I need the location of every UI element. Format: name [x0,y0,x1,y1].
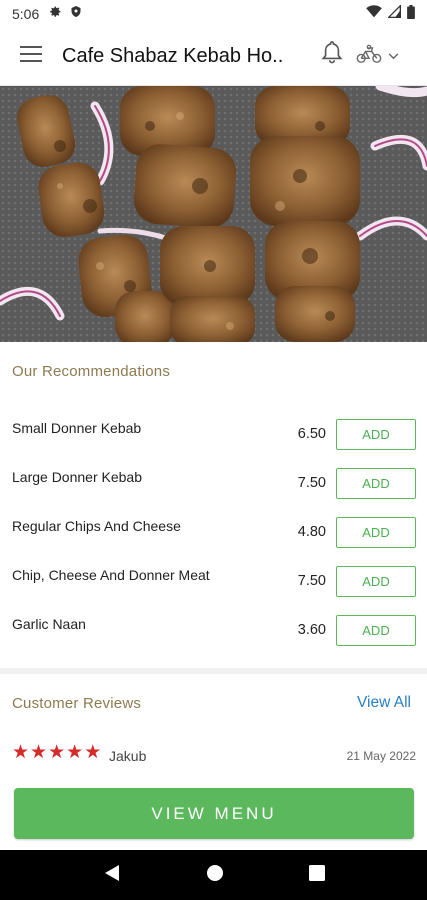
view-menu-button[interactable]: VIEW MENU [14,788,414,839]
star-icon: ★ [84,742,102,763]
review-date: 21 May 2022 [346,749,416,763]
section-divider [0,668,427,674]
star-icon: ★ [48,742,66,763]
notifications-button[interactable] [316,38,348,70]
star-rating: ★ ★ ★ ★ ★ [12,743,101,763]
list-item: Small Donner Kebab 6.50 ADD [0,410,427,459]
star-icon: ★ [12,742,30,763]
status-left-icons [49,5,82,23]
status-time: 5:06 [12,6,40,22]
shield-icon [70,5,82,23]
delivery-mode-selector[interactable] [356,40,414,72]
hamburger-menu-icon [20,46,42,67]
add-button[interactable]: ADD [336,615,416,646]
item-name: Large Donner Kebab [12,469,142,485]
status-bar: 5:06 [0,0,427,28]
gear-icon [49,5,62,23]
star-icon: ★ [66,742,84,763]
menu-button[interactable] [0,28,62,86]
list-item: Chip, Cheese And Donner Meat 7.50 ADD [0,557,427,606]
add-button[interactable]: ADD [336,419,416,450]
item-price: 7.50 [297,475,326,491]
reviewer-name: Jakub [109,748,147,764]
bell-icon [321,40,343,69]
add-button[interactable]: ADD [336,517,416,548]
add-button[interactable]: ADD [336,566,416,597]
item-price: 4.80 [297,524,326,540]
reviews-title: Customer Reviews [12,695,142,712]
view-all-link[interactable]: View All [357,694,411,712]
battery-icon [407,4,415,24]
list-item: Garlic Naan 3.60 ADD [0,606,427,655]
home-icon[interactable] [206,864,224,887]
recommendations-title: Our Recommendations [12,363,171,380]
recents-icon[interactable] [308,864,325,886]
add-button[interactable]: ADD [336,468,416,499]
status-right-icons [366,4,415,24]
recommendations-list: Small Donner Kebab 6.50 ADD Large Donner… [0,410,427,655]
review-item: ★ ★ ★ ★ ★ Jakub 21 May 2022 [12,743,416,765]
item-price: 6.50 [297,426,326,442]
item-name: Garlic Naan [12,616,86,632]
item-name: Small Donner Kebab [12,420,142,436]
back-icon[interactable] [103,864,121,887]
item-name: Regular Chips And Cheese [12,518,181,534]
hero-image [0,86,427,342]
page-title: Cafe Shabaz Kebab Ho.. [62,45,284,67]
signal-icon [387,4,401,23]
chevron-down-icon [388,47,399,65]
item-price: 7.50 [297,573,326,589]
star-icon: ★ [30,742,48,763]
system-nav-bar [0,850,427,900]
wifi-icon [366,5,382,23]
item-name: Chip, Cheese And Donner Meat [12,567,210,583]
item-price: 3.60 [297,622,326,638]
delivery-bike-icon [356,44,382,69]
list-item: Regular Chips And Cheese 4.80 ADD [0,508,427,557]
app-bar: Cafe Shabaz Kebab Ho.. [0,28,427,86]
list-item: Large Donner Kebab 7.50 ADD [0,459,427,508]
